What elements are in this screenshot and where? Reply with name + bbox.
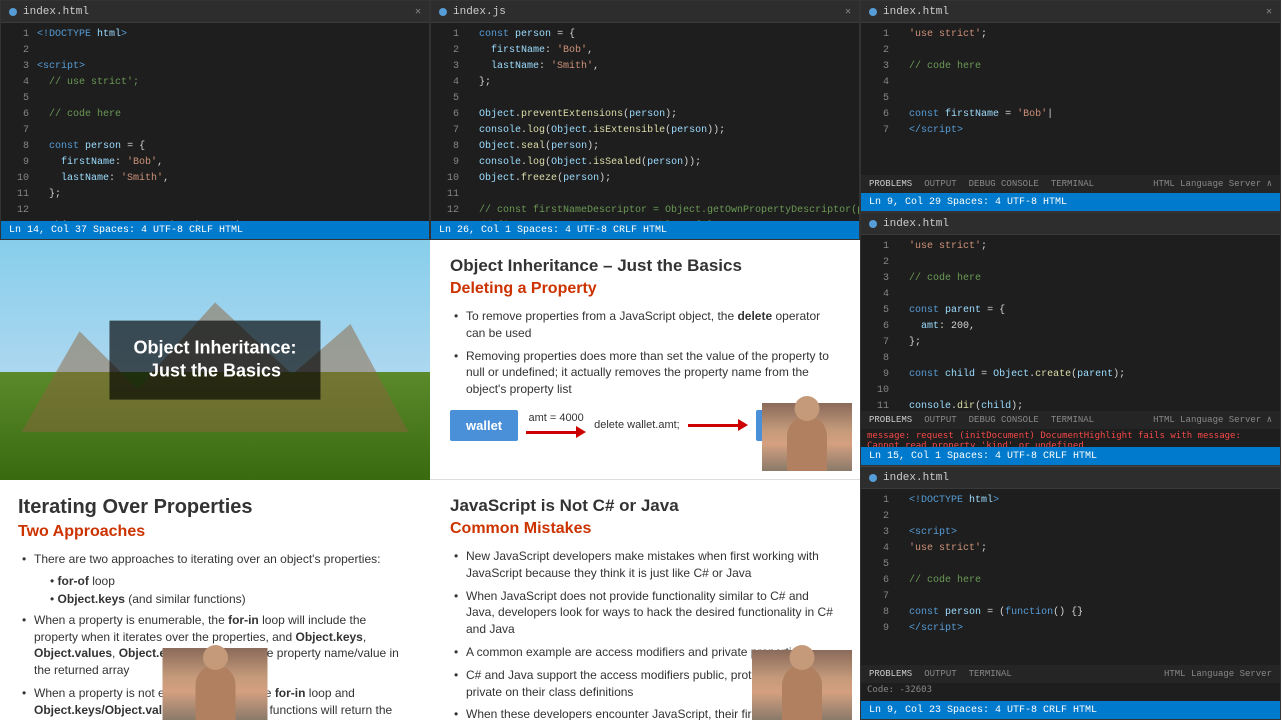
iterating-title: Iterating Over Properties xyxy=(18,496,412,519)
js-mistakes-bullet-1: New JavaScript developers make mistakes … xyxy=(450,548,840,582)
top-left-title: index.html xyxy=(23,6,89,18)
right-mid-tabs: PROBLEMS OUTPUT DEBUG CONSOLE TERMINAL H… xyxy=(861,411,1280,429)
inheritance-slide: Object Inheritance – Just the Basics Del… xyxy=(430,240,860,480)
right-top-code-body: 1 'use strict'; 2 3 // code here 4 5 6 c… xyxy=(861,23,1280,193)
iter-bullet-1a: • for-of loop xyxy=(18,574,412,588)
top-left-code-body: 1<!DOCTYPE html> 2 3<script> 4 // use st… xyxy=(1,23,429,221)
iterating-slide: Iterating Over Properties Two Approaches… xyxy=(0,480,430,720)
right-mid-header[interactable]: index.html xyxy=(861,213,1280,235)
wallet-label: amt = 4000 xyxy=(528,412,583,424)
right-bottom-title: index.html xyxy=(883,472,949,484)
rollercoaster-overlay: Object Inheritance: Just the Basics xyxy=(109,321,320,400)
js-mistakes-subtitle: Common Mistakes xyxy=(450,520,840,538)
top-mid-code-body: 1 const person = { 2 firstName: 'Bob', 3… xyxy=(431,23,859,221)
js-mistakes-slide: JavaScript is Not C# or Java Common Mist… xyxy=(430,480,860,720)
js-mistakes-title: JavaScript is Not C# or Java xyxy=(450,496,840,516)
top-left-footer: Ln 14, Col 37 Spaces: 4 UTF-8 CRLF HTML xyxy=(1,221,429,239)
right-top-title: index.html xyxy=(883,6,949,18)
right-top-header[interactable]: index.html ✕ xyxy=(861,1,1280,23)
right-panels: index.html ✕ 1 'use strict'; 2 3 // code… xyxy=(860,0,1281,720)
right-bottom-code-panel: index.html 1 <!DOCTYPE html> 2 3 <script… xyxy=(860,466,1281,720)
right-mid-code-panel: index.html 1 'use strict'; 2 3 // code h… xyxy=(860,212,1281,466)
right-top-footer: Ln 9, Col 29 Spaces: 4 UTF-8 HTML xyxy=(861,193,1280,211)
right-arrow xyxy=(688,419,748,431)
bottom-left-area: Object Inheritance: Just the Basics Iter… xyxy=(0,240,430,720)
bottom-mid-area: Object Inheritance – Just the Basics Del… xyxy=(430,240,860,720)
right-top-code-panel: index.html ✕ 1 'use strict'; 2 3 // code… xyxy=(860,0,1281,212)
inheritance-subtitle: Deleting a Property xyxy=(450,280,840,298)
inheritance-title: Object Inheritance – Just the Basics xyxy=(450,256,840,276)
right-mid-footer: Ln 15, Col 1 Spaces: 4 UTF-8 CRLF HTML xyxy=(861,447,1280,465)
delete-label: delete wallet.amt; xyxy=(594,419,680,431)
inheritance-bullet-1: To remove properties from a JavaScript o… xyxy=(450,308,840,342)
rollercoaster-panel: Object Inheritance: Just the Basics xyxy=(0,240,430,480)
iter-bullet-1: There are two approaches to iterating ov… xyxy=(18,551,412,568)
top-mid-footer: Ln 26, Col 1 Spaces: 4 UTF-8 CRLF HTML xyxy=(431,221,859,239)
right-mid-error: message: request (initDocument) Document… xyxy=(861,429,1280,447)
right-mid-title: index.html xyxy=(883,218,949,230)
top-left-code-panel: index.html ✕ 1<!DOCTYPE html> 2 3<script… xyxy=(0,0,430,240)
right-bottom-footer: Ln 9, Col 23 Spaces: 4 UTF-8 CRLF HTML xyxy=(861,701,1280,719)
wallet-box-1: wallet xyxy=(450,410,518,441)
top-left-header[interactable]: index.html ✕ xyxy=(1,1,429,23)
iter-bullet-1b: • Object.keys (and similar functions) xyxy=(18,592,412,606)
top-mid-code-panel: index.js ✕ 1 const person = { 2 firstNam… xyxy=(430,0,860,240)
right-bottom-tabs: PROBLEMS OUTPUT TERMINAL HTML Language S… xyxy=(861,665,1280,683)
right-bottom-header[interactable]: index.html xyxy=(861,467,1280,489)
right-top-tabs: PROBLEMS OUTPUT DEBUG CONSOLE TERMINAL H… xyxy=(861,175,1280,193)
top-mid-title: index.js xyxy=(453,6,506,18)
js-mistakes-bullet-2: When JavaScript does not provide functio… xyxy=(450,588,840,638)
inheritance-bullet-2: Removing properties does more than set t… xyxy=(450,348,840,398)
top-mid-header[interactable]: index.js ✕ xyxy=(431,1,859,23)
left-arrow xyxy=(526,426,586,438)
inheritance-video-thumb xyxy=(762,403,852,471)
js-mistakes-video-thumb xyxy=(752,650,852,720)
right-bottom-code-label: Code: -32603 xyxy=(861,683,1280,701)
iterating-subtitle: Two Approaches xyxy=(18,523,412,541)
bottom-left-video-thumb xyxy=(163,648,268,720)
